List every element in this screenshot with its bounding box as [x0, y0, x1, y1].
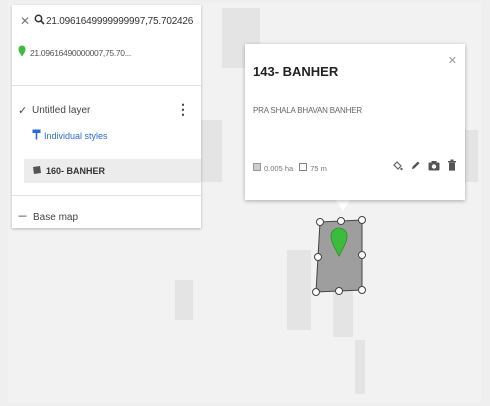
divider: [12, 195, 201, 196]
popup-title: 143- BANHER: [253, 64, 339, 79]
delete-icon[interactable]: [447, 158, 457, 176]
individual-styles-link[interactable]: Individual styles: [32, 128, 108, 144]
search-result-text: 21.09616490000007,75.70...: [30, 48, 131, 58]
map-block: [355, 340, 365, 394]
search-icon[interactable]: [32, 12, 46, 30]
close-icon[interactable]: ✕: [448, 54, 457, 67]
side-panel: ✕ 21.0961649999999997,75.702426... 21.09…: [12, 5, 201, 228]
search-result-item[interactable]: 21.09616490000007,75.70...: [18, 45, 131, 61]
edit-icon[interactable]: [410, 158, 421, 176]
feature-label: 160- BANHER: [46, 166, 106, 176]
pin-icon: [18, 44, 26, 62]
perimeter-icon: [299, 163, 308, 173]
map-block: [287, 250, 311, 330]
layer-header[interactable]: ✓ Untitled layer ⋮: [18, 101, 198, 119]
feature-measurements: 0.005 ha 75 m: [253, 163, 327, 173]
close-icon[interactable]: ✕: [18, 14, 32, 28]
perimeter-value: 75 m: [310, 163, 327, 173]
map-block: [175, 280, 193, 320]
popup-tail: [335, 199, 351, 211]
area-icon: [253, 163, 261, 173]
popup-description: PRA SHALA BHAVAN BANHER: [253, 106, 362, 115]
individual-styles-label[interactable]: Individual styles: [44, 131, 108, 141]
base-map-item[interactable]: Base map: [18, 209, 78, 225]
more-vert-icon[interactable]: ⋮: [176, 101, 190, 117]
feature-item-banher[interactable]: 160- BANHER: [24, 159, 201, 183]
search-bar[interactable]: ✕ 21.0961649999999997,75.702426...: [18, 13, 198, 29]
divider: [12, 85, 201, 86]
popup-actions: [392, 158, 457, 176]
camera-icon[interactable]: [428, 158, 440, 176]
map-block: [200, 120, 222, 182]
layer-name[interactable]: Untitled layer: [32, 105, 90, 116]
fill-color-icon[interactable]: [392, 158, 403, 176]
polygon-icon: [32, 162, 42, 180]
style-icon: [32, 127, 41, 145]
checkbox-icon[interactable]: ✓: [18, 104, 30, 117]
base-map-label: Base map: [33, 211, 79, 223]
feature-popup: ✕ 143- BANHER PRA SHALA BHAVAN BANHER 0.…: [245, 44, 465, 200]
pin-icon[interactable]: [330, 227, 348, 262]
search-input[interactable]: 21.0961649999999997,75.702426...: [46, 16, 194, 27]
base-map-icon: [18, 208, 27, 226]
area-value: 0.005 ha: [264, 163, 294, 173]
